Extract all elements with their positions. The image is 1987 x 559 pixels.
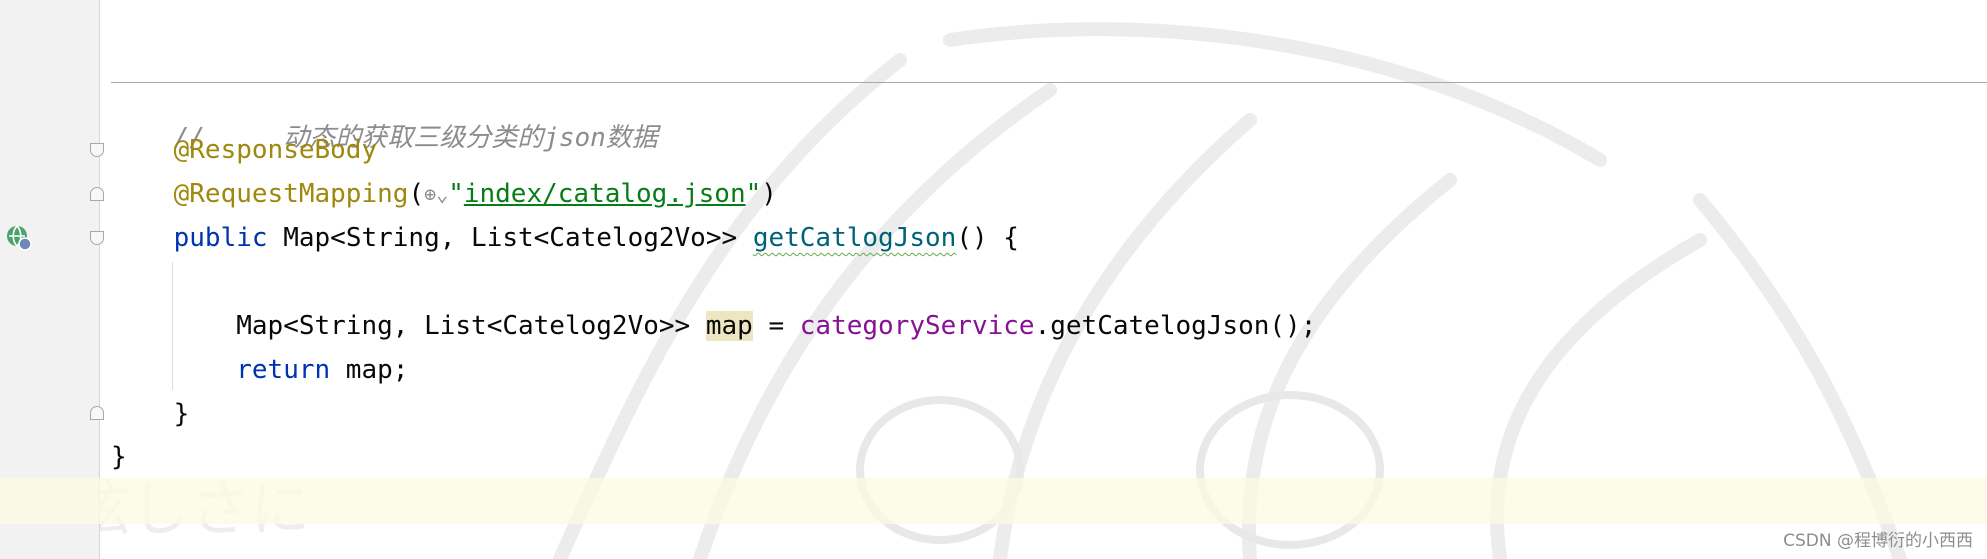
code-line-method-signature: public Map<String, List<Catelog2Vo>> get… [111,222,1019,254]
assign-operator: = [752,311,800,341]
code-line-assignment: Map<String, List<Catelog2Vo>> map = cate… [111,310,1316,342]
code-line-class-close: } [111,441,127,473]
code-line-method-close: } [111,398,190,430]
code-editor[interactable]: // 动态的获取三级分类的json数据 @ResponseBody @Reque… [0,0,1987,559]
field-categoryservice[interactable]: categoryService [800,311,1035,341]
method-params-brace: () { [956,223,1019,253]
code-line-comment: // 动态的获取三级分类的json数据 [111,90,658,153]
variable-map[interactable]: map [705,311,753,341]
keyword-public: public [173,223,268,253]
code-line-responsebody: @ResponseBody [111,134,378,166]
closing-brace: } [173,399,190,429]
variable-type: Map<String, List<Catelog2Vo>> [236,311,706,341]
method-call: .getCatelogJson(); [1034,311,1317,341]
return-type: Map<String, List<Catelog2Vo>> [267,223,753,253]
keyword-return: return [236,355,331,385]
closing-brace: } [111,442,127,472]
code-line-return: return map; [111,354,408,386]
annotation-requestmapping: @RequestMapping [173,179,409,209]
globe-icon[interactable]: ⊕⌄ [424,178,448,210]
method-name[interactable]: getCatlogJson [753,223,957,253]
paren-open: ( [408,179,425,209]
return-value: map; [330,355,409,385]
request-path-link[interactable]: index/catalog.json [464,179,746,209]
paren-close: ) [761,179,777,209]
string-quote-close: " [745,179,762,209]
string-quote-open: " [448,179,464,209]
watermark: CSDN @程博衍的小西西 [1783,531,1973,551]
code-line-requestmapping: @RequestMapping(⊕⌄"index/catalog.json") [111,178,777,210]
annotation-responsebody: @ResponseBody [173,135,378,165]
